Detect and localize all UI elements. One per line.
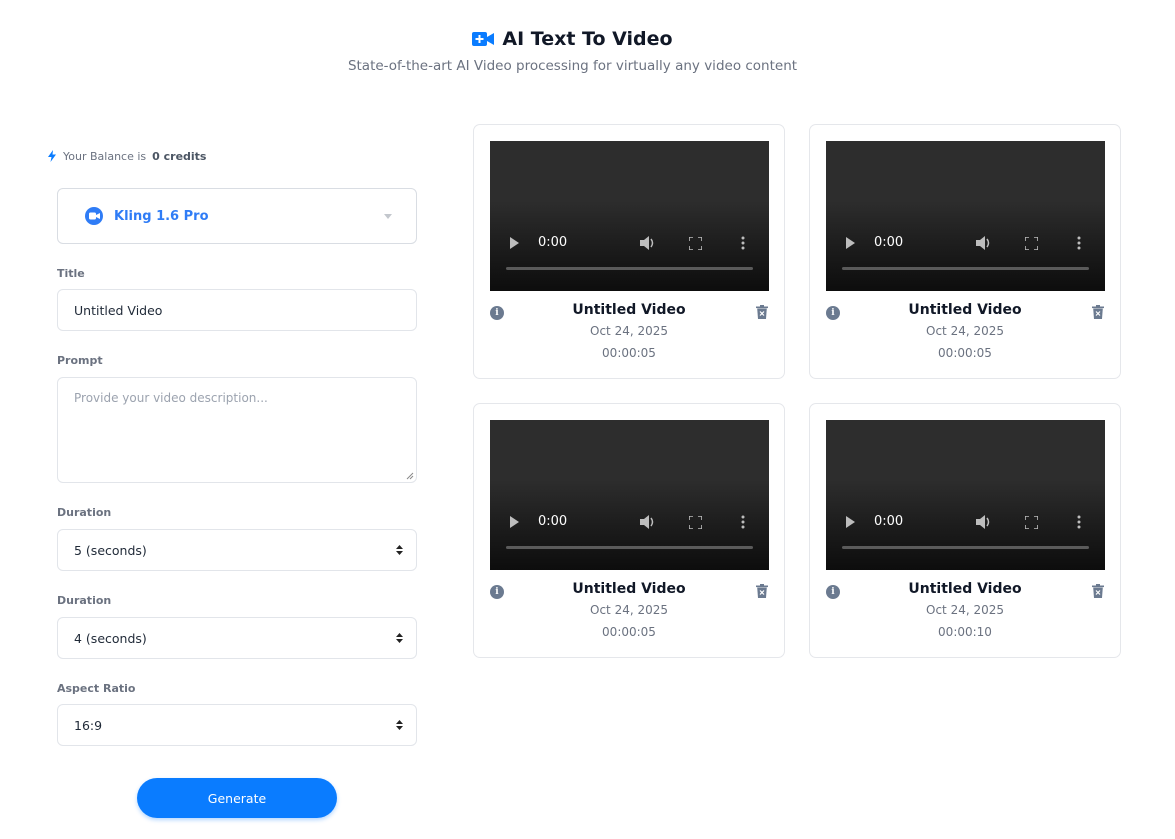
model-selected-label: Kling 1.6 Pro <box>114 208 209 224</box>
video-duration: 00:00:05 <box>602 625 656 639</box>
aspect-ratio-select-value: 16:9 <box>74 717 103 733</box>
select-arrows-icon <box>396 720 403 730</box>
generate-button[interactable]: Generate <box>137 778 337 818</box>
video-time: 0:00 <box>538 514 568 529</box>
trash-icon[interactable] <box>1092 305 1104 319</box>
page-header: AI Text To Video State-of-the-art AI Vid… <box>0 28 1145 74</box>
duration-select-value: 5 (seconds) <box>74 542 147 558</box>
bolt-icon <box>48 150 56 162</box>
more-options-icon[interactable] <box>741 236 745 250</box>
page-subtitle: State-of-the-art AI Video processing for… <box>347 58 798 74</box>
play-icon[interactable] <box>510 237 519 249</box>
video-date: Oct 24, 2025 <box>926 324 1004 338</box>
video-player[interactable]: 0:00 <box>826 141 1105 291</box>
balance-prefix: Your Balance is <box>63 149 147 163</box>
video-player[interactable]: 0:00 <box>826 420 1105 570</box>
balance-amount: 0 credits <box>152 149 207 163</box>
duration-select[interactable]: 5 (seconds) <box>57 529 417 571</box>
video-time: 0:00 <box>874 514 904 529</box>
resize-handle-icon[interactable] <box>406 472 414 480</box>
duration2-label: Duration <box>57 594 112 607</box>
video-card: 0:00 i Untitled Video Oct 24, 2025 00:00… <box>473 124 785 379</box>
duration2-select-value: 4 (seconds) <box>74 630 147 646</box>
prompt-textarea[interactable]: Provide your video description... <box>57 377 417 483</box>
select-arrows-icon <box>396 633 403 643</box>
fullscreen-icon[interactable] <box>1025 516 1038 529</box>
fullscreen-icon[interactable] <box>1025 237 1038 250</box>
prompt-placeholder: Provide your video description... <box>74 391 268 405</box>
video-date: Oct 24, 2025 <box>926 603 1004 617</box>
video-title: Untitled Video <box>908 581 1022 597</box>
trash-icon[interactable] <box>1092 584 1104 598</box>
title-input[interactable]: Untitled Video <box>57 289 417 331</box>
play-icon[interactable] <box>846 516 855 528</box>
video-progress-bar[interactable] <box>842 267 1089 270</box>
aspect-ratio-select[interactable]: 16:9 <box>57 704 417 746</box>
video-progress-bar[interactable] <box>506 267 753 270</box>
video-title: Untitled Video <box>572 302 686 318</box>
more-options-icon[interactable] <box>741 515 745 529</box>
balance-indicator: Your Balance is 0 credits <box>47 146 417 166</box>
video-title: Untitled Video <box>572 581 686 597</box>
volume-icon[interactable] <box>976 236 992 250</box>
title-input-value: Untitled Video <box>74 302 163 318</box>
generation-form: Your Balance is 0 credits Kling 1.6 Pro … <box>47 146 417 818</box>
more-options-icon[interactable] <box>1077 236 1081 250</box>
title-label: Title <box>57 267 85 280</box>
play-icon[interactable] <box>510 516 519 528</box>
video-date: Oct 24, 2025 <box>590 324 668 338</box>
zoom-camera-icon <box>85 207 103 225</box>
video-time: 0:00 <box>874 235 904 250</box>
play-icon[interactable] <box>846 237 855 249</box>
chevron-down-icon <box>384 214 392 219</box>
video-duration: 00:00:05 <box>938 346 992 360</box>
volume-icon[interactable] <box>976 515 992 529</box>
video-duration: 00:00:10 <box>938 625 992 639</box>
fullscreen-icon[interactable] <box>689 237 702 250</box>
video-duration: 00:00:05 <box>602 346 656 360</box>
video-player[interactable]: 0:00 <box>490 141 769 291</box>
video-player[interactable]: 0:00 <box>490 420 769 570</box>
volume-icon[interactable] <box>640 236 656 250</box>
video-card: 0:00 i Untitled Video Oct 24, 2025 00:00… <box>809 124 1121 379</box>
aspect-ratio-label: Aspect Ratio <box>57 682 136 695</box>
more-options-icon[interactable] <box>1077 515 1081 529</box>
page-title: AI Text To Video <box>502 28 673 50</box>
duration2-select[interactable]: 4 (seconds) <box>57 617 417 659</box>
video-time: 0:00 <box>538 235 568 250</box>
video-card: 0:00 i Untitled Video Oct 24, 2025 00:00… <box>809 403 1121 658</box>
model-select[interactable]: Kling 1.6 Pro <box>57 188 417 244</box>
select-arrows-icon <box>396 545 403 555</box>
video-card: 0:00 i Untitled Video Oct 24, 2025 00:00… <box>473 403 785 658</box>
duration-label: Duration <box>57 506 112 519</box>
video-progress-bar[interactable] <box>506 546 753 549</box>
trash-icon[interactable] <box>756 305 768 319</box>
fullscreen-icon[interactable] <box>689 516 702 529</box>
prompt-label: Prompt <box>57 354 103 367</box>
trash-icon[interactable] <box>756 584 768 598</box>
video-progress-bar[interactable] <box>842 546 1089 549</box>
video-title: Untitled Video <box>908 302 1022 318</box>
video-plus-icon <box>472 32 495 46</box>
volume-icon[interactable] <box>640 515 656 529</box>
video-date: Oct 24, 2025 <box>590 603 668 617</box>
